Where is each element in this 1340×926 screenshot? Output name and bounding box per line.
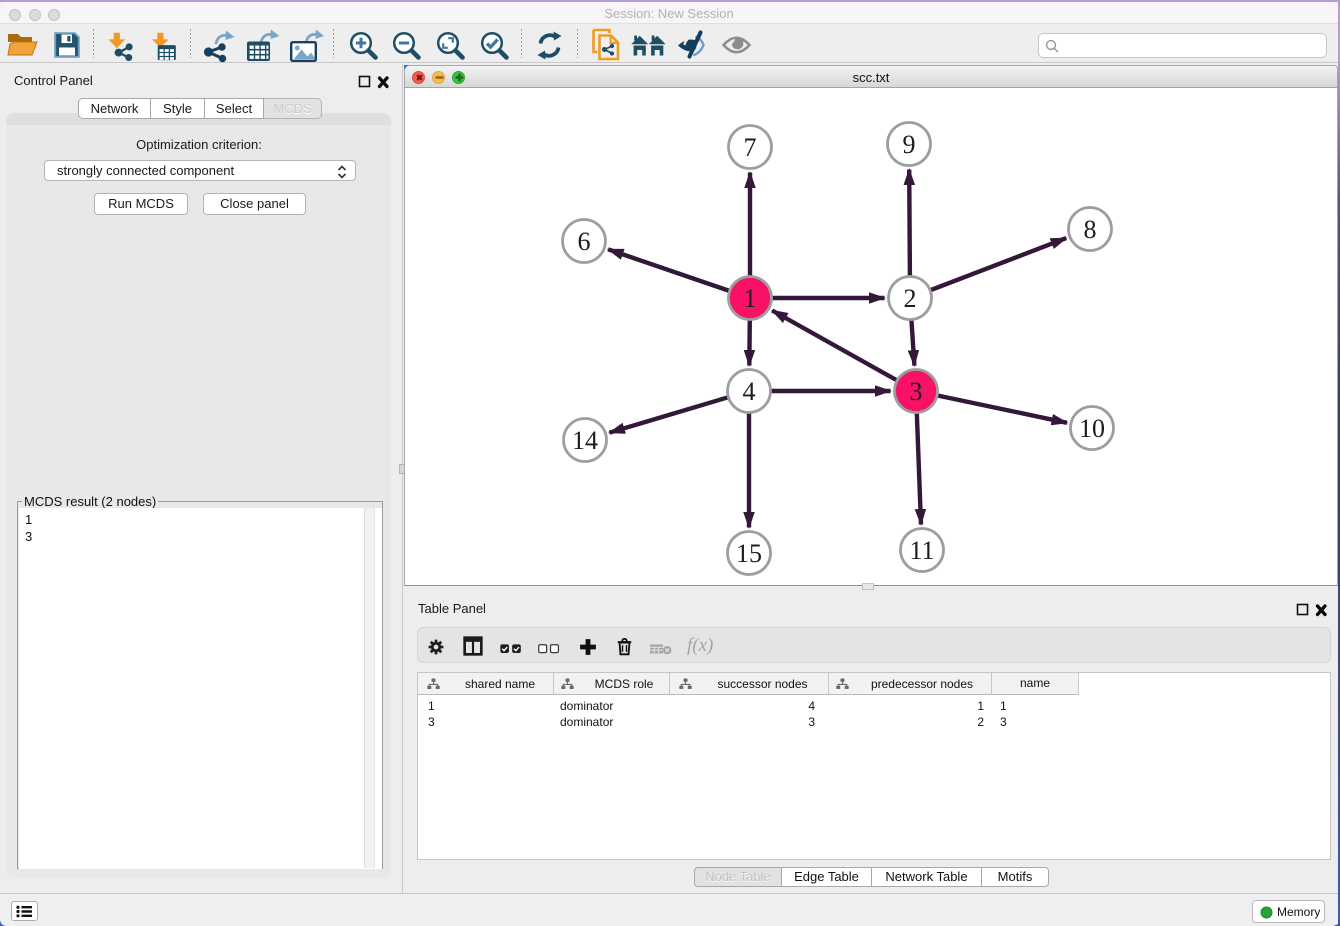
svg-text:11: 11	[909, 536, 934, 565]
svg-text:6: 6	[578, 227, 591, 256]
svg-text:4: 4	[743, 377, 756, 406]
svg-text:7: 7	[744, 133, 757, 162]
svg-text:3: 3	[910, 377, 923, 406]
svg-text:8: 8	[1084, 215, 1097, 244]
svg-text:10: 10	[1079, 414, 1105, 443]
svg-text:1: 1	[744, 284, 757, 313]
svg-text:15: 15	[736, 539, 762, 568]
svg-text:2: 2	[904, 284, 917, 313]
svg-text:9: 9	[903, 130, 916, 159]
svg-text:14: 14	[572, 426, 598, 455]
